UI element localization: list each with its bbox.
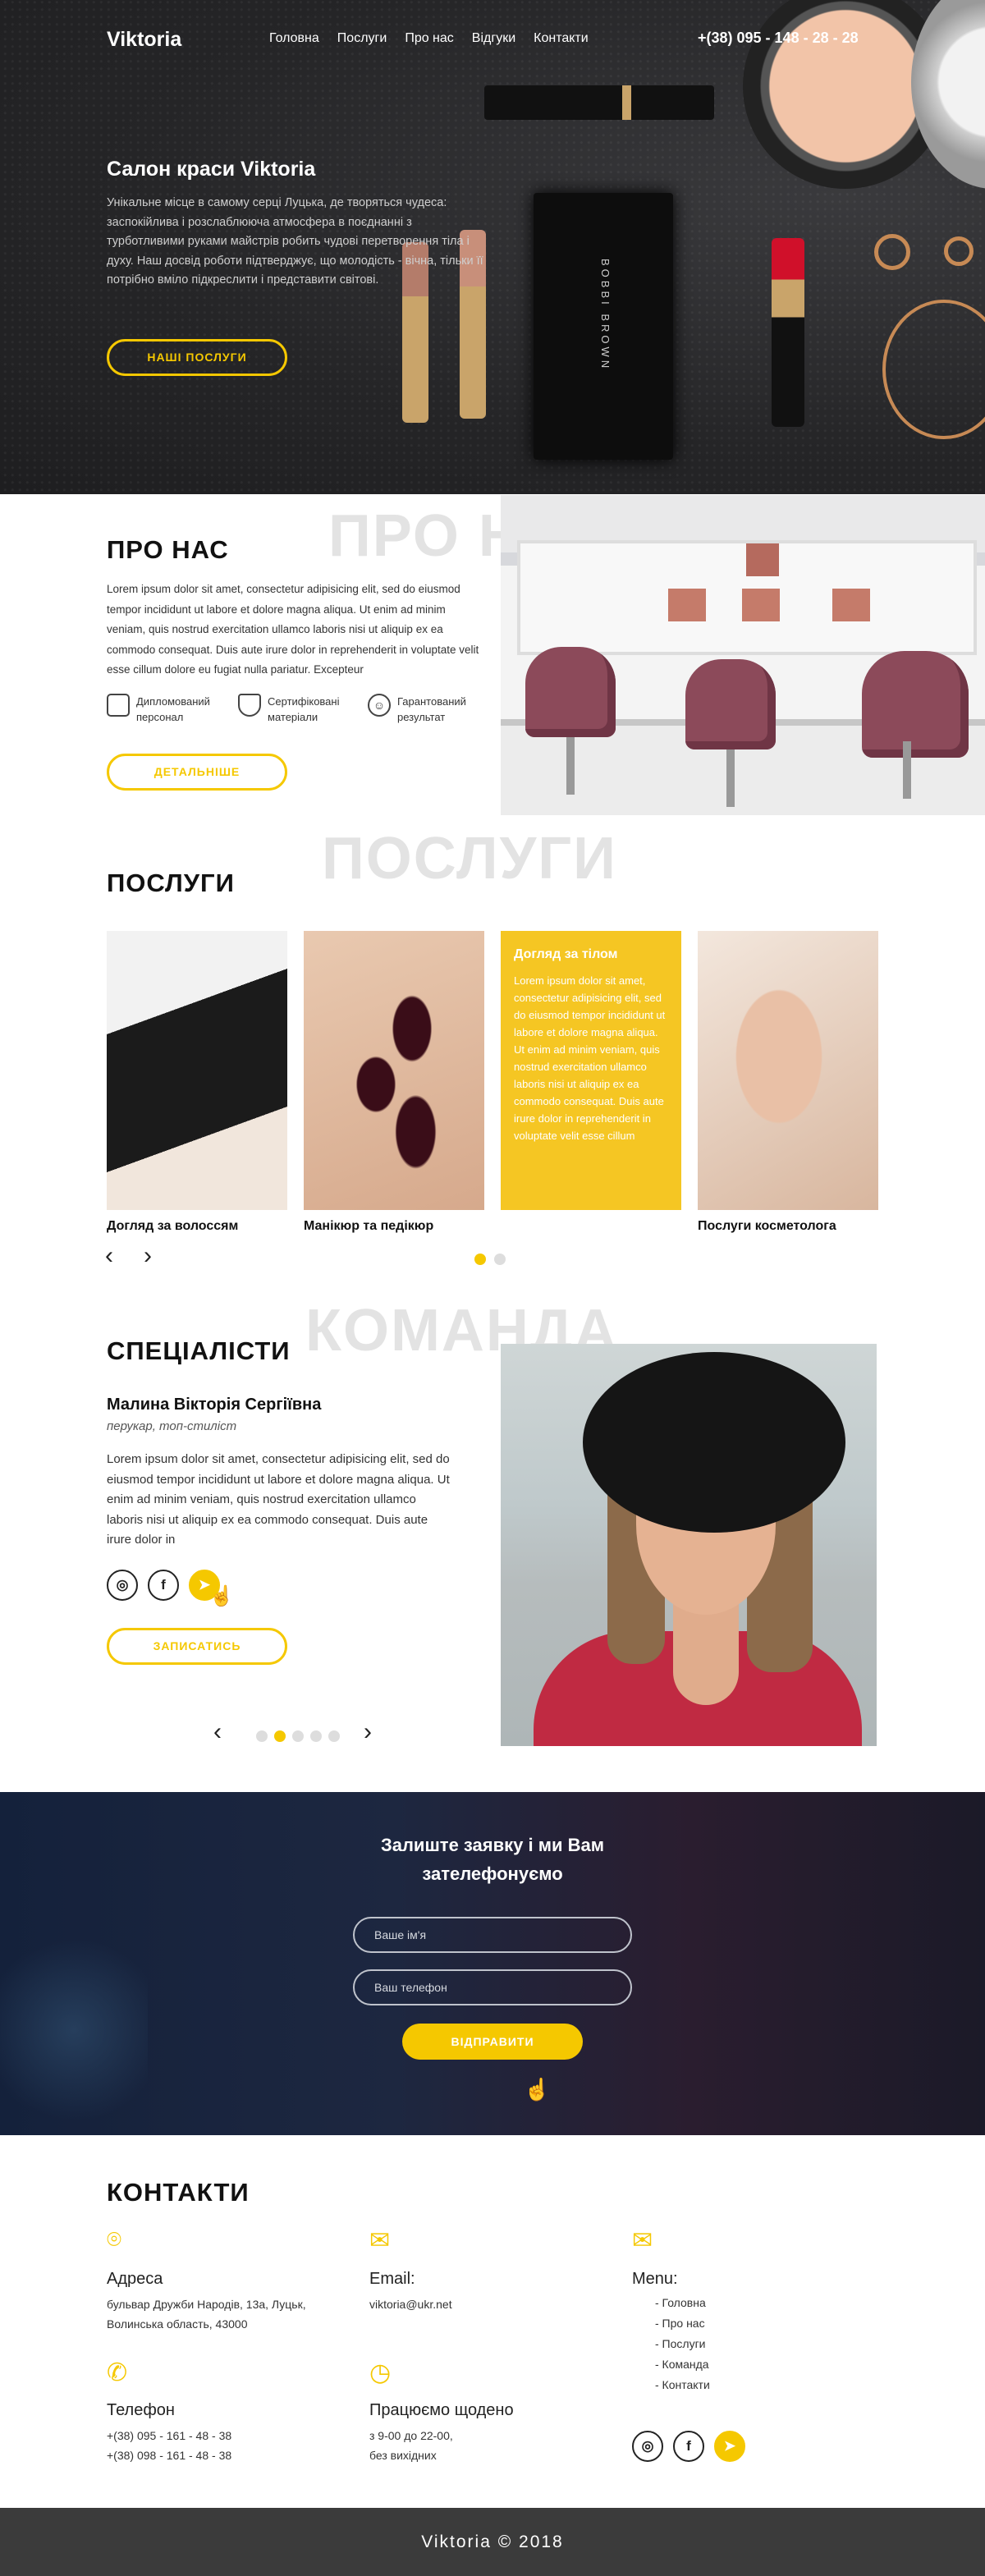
mascara-image xyxy=(484,85,714,120)
team-title: СПЕЦІАЛІСТИ xyxy=(107,1336,291,1365)
specialist-bio: Lorem ipsum dolor sit amet, consectetur … xyxy=(107,1452,450,1547)
hand-cursor-icon: ☝ xyxy=(209,1585,234,1607)
nav-home[interactable]: Головна xyxy=(269,31,319,46)
hero-section: BOBBI BROWN Viktoria Головна Послуги Про… xyxy=(0,0,985,494)
footer-menu-services[interactable]: - Послуги xyxy=(655,2334,710,2354)
phone-input[interactable] xyxy=(353,1969,632,2005)
menu-mail-icon: ✉ xyxy=(632,2227,653,2254)
service-label-manicure[interactable]: Манікюр та педікюр xyxy=(304,1219,433,1234)
main-nav: Головна Послуги Про нас Відгуки Контакти xyxy=(269,31,589,46)
services-pagination xyxy=(474,1254,506,1265)
submit-button[interactable]: ВІДПРАВИТИ xyxy=(402,2024,583,2060)
ring-image xyxy=(944,236,974,266)
palette-image: BOBBI BROWN xyxy=(534,193,673,460)
service-label-hair[interactable]: Догляд за волоссям xyxy=(107,1219,238,1234)
services-prev-arrow[interactable]: ‹ xyxy=(105,1242,113,1270)
team-dot-2[interactable] xyxy=(274,1730,286,1742)
service-label-cosmetology[interactable]: Послуги косметолога xyxy=(698,1219,836,1234)
about-text: Lorem ipsum dolor sit amet, consectetur … xyxy=(107,583,479,676)
book-button[interactable]: ЗАПИСАТИСЬ xyxy=(107,1628,287,1665)
services-dot-2[interactable] xyxy=(494,1254,506,1265)
clock-icon: ◷ xyxy=(369,2359,392,2386)
body-care-card[interactable]: Догляд за тілом Lorem ipsum dolor sit am… xyxy=(501,931,681,1210)
nav-contacts[interactable]: Контакти xyxy=(534,31,589,46)
body-care-card-title: Догляд за тілом xyxy=(514,947,618,961)
our-services-button[interactable]: НАШІ ПОСЛУГИ xyxy=(107,339,287,376)
phone-label: Телефон xyxy=(107,2401,175,2419)
footer-menu-about[interactable]: - Про нас xyxy=(655,2313,710,2334)
specialist-name: Малина Вікторія Сергіївна xyxy=(107,1396,322,1414)
hero-title: Салон краси Viktoria xyxy=(107,158,316,181)
phone-icon: ✆ xyxy=(107,2359,128,2386)
hair-care-image[interactable] xyxy=(107,931,287,1210)
contacts-title: КОНТАКТИ xyxy=(107,2178,250,2207)
feature-result: ☺ Гарантований результат xyxy=(368,694,491,725)
hours-text: з 9-00 до 22-00, без вихідних xyxy=(369,2429,453,2462)
facebook-icon[interactable]: f xyxy=(148,1570,179,1601)
mail-icon: ✉ xyxy=(369,2227,391,2254)
hero-text: Унікальне місце в самому серці Луцька, д… xyxy=(107,196,483,286)
email-label: Email: xyxy=(369,2270,415,2288)
lipstick-image xyxy=(772,238,804,427)
specialist-role: перукар, топ-стиліст xyxy=(107,1419,237,1433)
hours-label: Працюємо щодено xyxy=(369,2401,514,2419)
location-icon: ⌾ xyxy=(107,2226,121,2253)
hand-cursor-icon: ☝ xyxy=(524,2077,551,2102)
nav-reviews[interactable]: Відгуки xyxy=(472,31,515,46)
footer: Viktoria © 2018 xyxy=(0,2508,985,2576)
telegram-icon[interactable]: ➤ xyxy=(714,2431,745,2462)
services-ghost-title: ПОСЛУГИ xyxy=(322,826,617,892)
callback-title: Залиште заявку і ми Вам зателефонуємо xyxy=(380,1835,605,1884)
feature-staff: Дипломований персонал xyxy=(107,694,230,725)
team-dot-3[interactable] xyxy=(292,1730,304,1742)
footer-menu: - Головна - Про нас - Послуги - Команда … xyxy=(655,2293,710,2395)
team-dot-4[interactable] xyxy=(310,1730,322,1742)
footer-menu-team[interactable]: - Команда xyxy=(655,2354,710,2375)
team-dot-1[interactable] xyxy=(256,1730,268,1742)
team-dot-5[interactable] xyxy=(328,1730,340,1742)
email-link[interactable]: viktoria@ukr.net xyxy=(369,2294,452,2314)
services-next-arrow[interactable]: › xyxy=(144,1242,152,1270)
specialist-social: ◎ f ➤ xyxy=(107,1570,220,1601)
about-title: ПРО НАС xyxy=(107,535,229,564)
footer-menu-contacts[interactable]: - Контакти xyxy=(655,2375,710,2395)
ring-image xyxy=(874,234,910,270)
menu-label: Menu: xyxy=(632,2270,678,2288)
details-button[interactable]: ДЕТАЛЬНІШЕ xyxy=(107,754,287,791)
feature-materials: Сертифіковані матеріали xyxy=(238,694,353,725)
name-input[interactable] xyxy=(353,1917,632,1953)
instagram-icon[interactable]: ◎ xyxy=(632,2431,663,2462)
address-label: Адреса xyxy=(107,2270,163,2288)
facebook-icon[interactable]: f xyxy=(673,2431,704,2462)
smile-icon: ☺ xyxy=(368,694,391,717)
header-phone[interactable]: +(38) 095 - 148 - 28 - 28 xyxy=(698,30,859,47)
instagram-icon[interactable]: ◎ xyxy=(107,1570,138,1601)
contacts-social: ◎ f ➤ xyxy=(632,2431,745,2462)
body-care-card-text: Lorem ipsum dolor sit amet, consectetur … xyxy=(514,974,666,1142)
team-next-arrow[interactable]: › xyxy=(364,1718,372,1746)
phone-numbers: +(38) 095 - 161 - 48 - 38 +(38) 098 - 161… xyxy=(107,2429,232,2462)
team-pagination xyxy=(256,1730,340,1742)
flask-icon xyxy=(238,694,261,717)
address-text: бульвар Дружби Народів, 13а, Луцьк, Волин… xyxy=(107,2298,306,2331)
services-title: ПОСЛУГИ xyxy=(107,869,235,897)
manicure-image[interactable] xyxy=(304,931,484,1210)
certificate-icon xyxy=(107,694,130,717)
services-dot-1[interactable] xyxy=(474,1254,486,1265)
team-prev-arrow[interactable]: ‹ xyxy=(213,1718,222,1746)
logo[interactable]: Viktoria xyxy=(107,28,181,52)
specialist-photo xyxy=(501,1344,877,1746)
cosmetology-image[interactable] xyxy=(698,931,878,1210)
nav-about[interactable]: Про нас xyxy=(405,31,453,46)
footer-menu-home[interactable]: - Головна xyxy=(655,2293,710,2313)
nav-services[interactable]: Послуги xyxy=(337,31,387,46)
salon-photo xyxy=(501,495,985,815)
